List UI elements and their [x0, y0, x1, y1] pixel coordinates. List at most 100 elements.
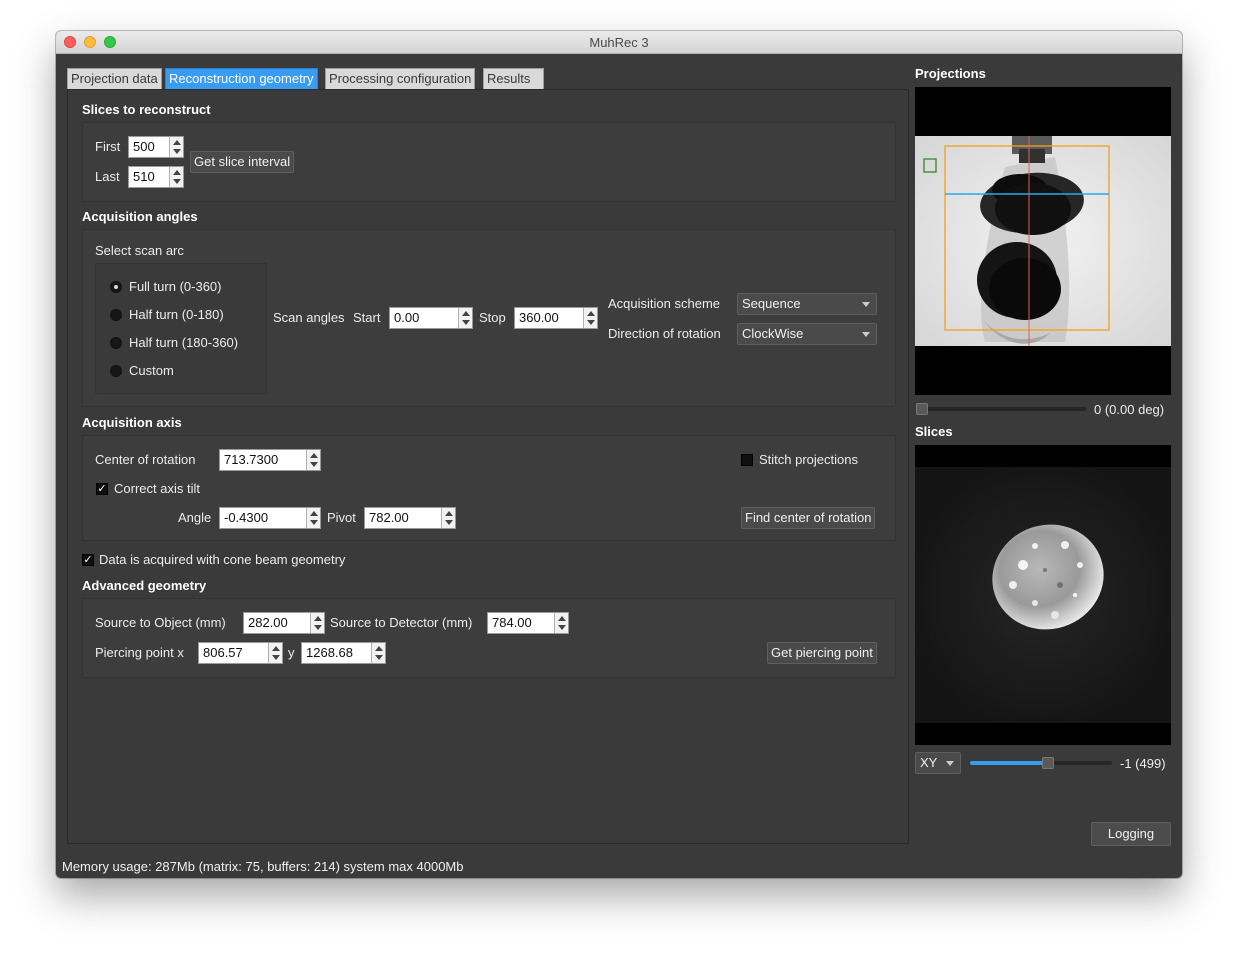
slice-index-readout: -1 (499) — [1120, 756, 1166, 771]
get-slice-interval-button[interactable]: Get slice interval — [190, 151, 295, 173]
tab-processing-configuration[interactable]: Processing configuration — [325, 68, 476, 90]
scan-angles-label: Scan angles — [273, 310, 345, 325]
spin-arrows-icon[interactable] — [458, 308, 472, 328]
source-to-object-label: Source to Object (mm) — [95, 615, 226, 630]
get-piercing-point-button[interactable]: Get piercing point — [767, 642, 877, 664]
source-to-object-value: 282.00 — [248, 615, 288, 630]
start-angle-label: Start — [353, 310, 381, 325]
slices-group: First 500 Last 510 Get slice interval — [82, 122, 896, 202]
start-angle-value: 0.00 — [394, 310, 420, 325]
half-turn-0-180-label: Half turn (0-180) — [129, 307, 224, 322]
half-turn-0-180-radio[interactable] — [110, 309, 122, 321]
correct-axis-tilt-label: Correct axis tilt — [114, 481, 200, 496]
piercing-point-x-label: Piercing point x — [95, 645, 184, 660]
spin-arrows-icon[interactable] — [583, 308, 597, 328]
reconstruction-geometry-page: Slices to reconstruct First 500 Last 510… — [67, 89, 909, 844]
axis-section-title: Acquisition axis — [82, 415, 182, 430]
half-turn-180-360-radio[interactable] — [110, 337, 122, 349]
slices-section-title: Slices to reconstruct — [82, 102, 211, 117]
tilt-angle-label: Angle — [178, 510, 212, 525]
tab-reconstruction-geometry[interactable]: Reconstruction geometry — [165, 68, 318, 90]
tab-projection-data[interactable]: Projection data — [67, 68, 162, 90]
tilt-angle-value: -0.4300 — [224, 510, 269, 525]
center-of-rotation-value: 713.7300 — [224, 452, 279, 467]
full-turn-radio[interactable] — [110, 281, 122, 293]
projection-image — [915, 136, 1171, 346]
center-of-rotation-label: Center of rotation — [95, 452, 196, 467]
spin-arrows-icon[interactable] — [441, 508, 455, 528]
acquisition-scheme-value: Sequence — [742, 296, 801, 311]
last-slice-spinbox[interactable]: 510 — [128, 166, 184, 188]
slice-plane-value: XY — [920, 755, 938, 770]
first-slice-spinbox[interactable]: 500 — [128, 136, 184, 158]
window-title: MuhRec 3 — [589, 35, 649, 50]
slice-slider-handle[interactable] — [1042, 757, 1054, 769]
projection-index-readout: 0 (0.00 deg) — [1094, 402, 1165, 417]
center-of-rotation-spinbox[interactable]: 713.7300 — [219, 449, 321, 471]
source-to-detector-spinbox[interactable]: 784.00 — [487, 612, 569, 634]
spin-arrows-icon[interactable] — [371, 643, 385, 663]
angles-section-title: Acquisition angles — [82, 209, 198, 224]
acquisition-scheme-select[interactable]: Sequence — [737, 293, 877, 315]
piercing-point-y-label: y — [288, 645, 295, 660]
full-turn-label: Full turn (0-360) — [129, 279, 222, 294]
projection-slider-track[interactable] — [918, 407, 1086, 411]
chevron-down-icon — [862, 302, 870, 307]
spin-arrows-icon[interactable] — [310, 613, 324, 633]
stop-angle-spinbox[interactable]: 360.00 — [514, 307, 598, 329]
half-turn-180-360-label: Half turn (180-360) — [129, 335, 239, 350]
source-to-object-spinbox[interactable]: 282.00 — [243, 612, 325, 634]
custom-arc-radio[interactable] — [110, 365, 122, 377]
pivot-spinbox[interactable]: 782.00 — [364, 507, 456, 529]
correct-axis-tilt-checkbox[interactable]: ✓ — [96, 483, 108, 495]
first-slice-value: 500 — [133, 139, 155, 154]
last-slice-value: 510 — [133, 169, 155, 184]
cone-beam-label: Data is acquired with cone beam geometry — [99, 552, 346, 567]
app-window: MuhRec 3 Projection data Reconstruction … — [56, 31, 1182, 878]
spin-arrows-icon[interactable] — [169, 167, 183, 187]
spin-arrows-icon[interactable] — [169, 137, 183, 157]
start-angle-spinbox[interactable]: 0.00 — [389, 307, 473, 329]
slice-plane-select[interactable]: XY — [915, 752, 961, 774]
acquisition-scheme-label: Acquisition scheme — [608, 296, 720, 311]
piercing-point-x-spinbox[interactable]: 806.57 — [198, 642, 283, 664]
slice-image — [915, 467, 1171, 723]
tab-results[interactable]: Results — [483, 68, 544, 90]
projection-slider-handle[interactable] — [916, 403, 928, 415]
advanced-geometry-group: Source to Object (mm) 282.00 Source to D… — [82, 598, 896, 678]
status-bar: Memory usage: 287Mb (matrix: 75, buffers… — [62, 859, 464, 874]
custom-arc-label: Custom — [129, 363, 174, 378]
advanced-section-title: Advanced geometry — [82, 578, 207, 593]
pivot-value: 782.00 — [369, 510, 409, 525]
stitch-projections-checkbox[interactable] — [741, 454, 753, 466]
direction-of-rotation-select[interactable]: ClockWise — [737, 323, 877, 345]
axis-group: Center of rotation 713.7300 Stitch proje… — [82, 435, 896, 541]
spin-arrows-icon[interactable] — [306, 450, 320, 470]
spin-arrows-icon[interactable] — [268, 643, 282, 663]
logging-button[interactable]: Logging — [1091, 822, 1171, 846]
find-center-of-rotation-button[interactable]: Find center of rotation — [741, 507, 876, 529]
projection-viewer[interactable] — [915, 87, 1171, 395]
spin-arrows-icon[interactable] — [554, 613, 568, 633]
stop-angle-label: Stop — [479, 310, 506, 325]
piercing-point-y-spinbox[interactable]: 1268.68 — [301, 642, 386, 664]
direction-of-rotation-label: Direction of rotation — [608, 326, 721, 341]
scan-arc-group: Full turn (0-360) Half turn (0-180) Half… — [95, 263, 267, 394]
chevron-down-icon — [946, 761, 954, 766]
piercing-point-x-value: 806.57 — [203, 645, 243, 660]
spin-arrows-icon[interactable] — [306, 508, 320, 528]
stop-angle-value: 360.00 — [519, 310, 559, 325]
tilt-angle-spinbox[interactable]: -0.4300 — [219, 507, 321, 529]
select-scan-arc-label: Select scan arc — [95, 243, 184, 258]
source-to-detector-label: Source to Detector (mm) — [330, 615, 473, 630]
first-slice-label: First — [95, 139, 121, 154]
cone-beam-checkbox[interactable]: ✓ — [82, 554, 94, 566]
title-bar: MuhRec 3 — [56, 31, 1182, 54]
source-to-detector-value: 784.00 — [492, 615, 532, 630]
angles-group: Select scan arc Full turn (0-360) Half t… — [82, 229, 896, 407]
projections-title: Projections — [915, 66, 986, 81]
piercing-point-y-value: 1268.68 — [306, 645, 353, 660]
slices-view-title: Slices — [915, 424, 953, 439]
slice-viewer[interactable] — [915, 445, 1171, 745]
direction-of-rotation-value: ClockWise — [742, 326, 804, 341]
